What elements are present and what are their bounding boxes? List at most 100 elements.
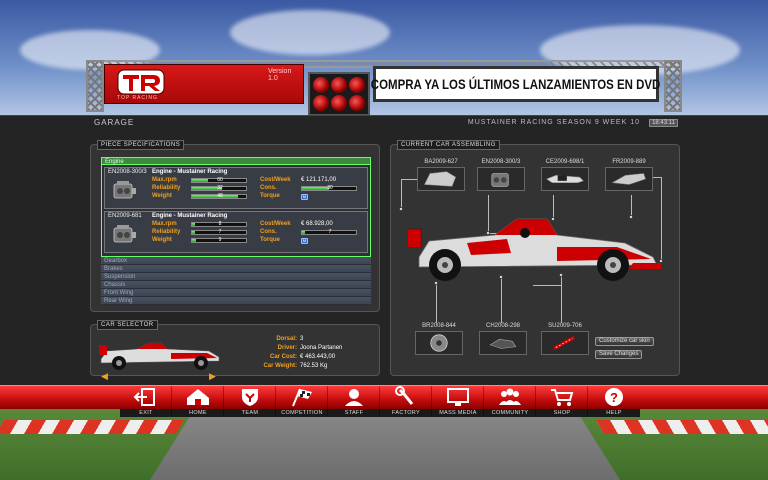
monitor-icon: [447, 388, 469, 406]
engine-name: Engine - Mustainer Racing: [152, 169, 228, 175]
part-slot-engine[interactable]: EN2008-300/3: [477, 159, 525, 191]
start-light: [313, 95, 329, 111]
spec-category-chassis[interactable]: Chassis: [101, 281, 371, 289]
engine-name: Engine - Mustainer Racing: [152, 213, 228, 219]
engine-icon: [113, 181, 136, 199]
reliability-value: 32: [217, 185, 223, 191]
part-slot-gearbox[interactable]: CH2008-298: [479, 323, 527, 355]
dorsal-label: Dorsal:: [276, 336, 297, 342]
bodywork-part-icon: [417, 167, 465, 191]
spec-category-brakes[interactable]: Brakes: [101, 265, 371, 273]
car-assembling-panel: CURRENT CAR ASSEMBLING BA2009-627 EN2008…: [390, 140, 680, 376]
start-light: [349, 95, 365, 111]
part-slot-suspension[interactable]: SU2009-706: [541, 323, 589, 355]
nav-mass-media[interactable]: MASS MEDIA: [432, 384, 484, 418]
weight-bar: 48: [191, 193, 247, 199]
nav-exit[interactable]: EXIT: [120, 384, 172, 418]
spec-category-front-wing[interactable]: Front Wing: [101, 289, 371, 297]
nav-staff[interactable]: STAFF: [328, 384, 380, 418]
piece-specifications-panel: PIECE SPECIFICATIONS Engine EN2008-300/3…: [90, 140, 380, 312]
title-bar: GARAGE MUSTAINER RACING SEASON 9 WEEK 10…: [88, 117, 680, 129]
reliability-label: Reliability: [152, 229, 181, 235]
nav-home[interactable]: HOME: [172, 384, 224, 418]
part-id: EN2008-300/3: [481, 159, 521, 165]
connector-dot: [399, 207, 403, 211]
engine-id: EN2008-300/3: [108, 169, 147, 175]
previous-car-arrow-icon[interactable]: ◀: [101, 371, 108, 382]
maxrpm-label: Max.rpm: [152, 221, 177, 227]
connector-dot: [486, 231, 490, 235]
cons-bar: 7: [301, 229, 357, 235]
spec-category-engine[interactable]: Engine: [101, 157, 371, 165]
logo-board: TOP RACING Version 1.0: [104, 64, 304, 104]
connector-dot: [499, 275, 503, 279]
maxrpm-bar: 8: [191, 221, 247, 227]
cost-value: € 68.928,00: [301, 221, 333, 227]
torque-chart-icon[interactable]: M: [301, 238, 308, 244]
save-changes-button[interactable]: Save Changes: [595, 350, 643, 359]
part-id: CE2009-698/1: [545, 159, 585, 165]
car-weight-value: 762.53 Kg: [300, 363, 328, 369]
connector-line: [401, 179, 402, 209]
dorsal-value: 3: [300, 336, 304, 342]
car-cost-label: Car Cost:: [269, 354, 297, 360]
start-light: [313, 77, 329, 93]
engine-card[interactable]: EN2009-681 Engine - Mustainer Racing Max…: [104, 211, 368, 253]
spec-category-rear-wing[interactable]: Rear Wing: [101, 297, 371, 305]
weight-label: Weight: [152, 237, 172, 243]
car-selector-panel: CAR SELECTOR ◀ ▶ Dorsal: 3 Driver: Joona…: [90, 320, 380, 381]
nav-team[interactable]: TEAM: [224, 384, 276, 418]
nav-competition[interactable]: COMPETITION: [276, 384, 328, 418]
panel-title: PIECE SPECIFICATIONS: [97, 140, 185, 150]
engine-part-icon: [477, 167, 525, 191]
selected-car-image[interactable]: [97, 333, 223, 373]
kerb: [0, 420, 185, 434]
torque-chart-icon[interactable]: M: [301, 194, 308, 200]
top-racing-logo: [117, 69, 165, 95]
panel-title: CURRENT CAR ASSEMBLING: [397, 140, 500, 150]
part-slot-brakes[interactable]: BR2008-844: [415, 323, 463, 355]
wrench-icon: [395, 386, 414, 405]
brakes-part-icon: [415, 331, 463, 355]
spec-category-gearbox[interactable]: Gearbox: [101, 257, 371, 265]
maxrpm-label: Max.rpm: [152, 177, 177, 183]
banner-truss-left: [86, 60, 104, 112]
nav-community[interactable]: COMMUNITY: [484, 384, 536, 418]
engine-card[interactable]: EN2008-300/3 Engine - Mustainer Racing M…: [104, 167, 368, 209]
start-lights: [308, 72, 370, 116]
part-slot-front-wing[interactable]: FR2009-889: [605, 159, 653, 191]
ad-banner[interactable]: COMPRA YA LOS ÚLTIMOS LANZAMIENTOS EN DV…: [371, 66, 661, 102]
part-slot-chassis[interactable]: CE2009-698/1: [541, 159, 589, 191]
nav-shop[interactable]: SHOP: [536, 384, 588, 418]
customize-car-skin-button[interactable]: Customize car skin: [595, 337, 654, 346]
part-id: SU2009-706: [548, 323, 582, 329]
main-nav: EXIT HOME TEAM COMPETITION STAFF FACTORY…: [120, 384, 640, 418]
maxrpm-value: 60: [217, 177, 223, 183]
page-title: GARAGE: [94, 118, 135, 127]
weight-label: Weight: [152, 193, 172, 199]
gearbox-part-icon: [479, 331, 527, 355]
nav-factory[interactable]: FACTORY: [380, 384, 432, 418]
panel-title: CAR SELECTOR: [97, 320, 158, 330]
checkered-flag-icon: [292, 388, 312, 407]
cons-label: Cons.: [260, 185, 277, 191]
connector-line: [436, 283, 437, 323]
part-id: CH2008-298: [485, 323, 521, 329]
help-icon: ?: [605, 388, 623, 406]
assembled-car-image: [407, 218, 661, 281]
spec-category-suspension[interactable]: Suspension: [101, 273, 371, 281]
staff-icon: [345, 389, 363, 406]
engine-icon: [113, 225, 136, 243]
ad-text: COMPRA YA LOS ÚLTIMOS LANZAMIENTOS EN DV…: [371, 76, 661, 92]
reliability-bar: 32: [191, 185, 247, 191]
nav-label: FACTORY: [380, 409, 432, 417]
nav-help[interactable]: ? HELP: [588, 384, 640, 418]
next-car-arrow-icon[interactable]: ▶: [209, 371, 216, 382]
start-light: [349, 77, 365, 93]
start-light: [331, 77, 347, 93]
nav-label: COMMUNITY: [484, 409, 536, 417]
car-cost-value: € 463.443,00: [300, 354, 336, 360]
part-slot-bodywork[interactable]: BA2009-627: [417, 159, 465, 191]
team-shield-icon: [242, 389, 258, 406]
kerb: [595, 420, 768, 434]
